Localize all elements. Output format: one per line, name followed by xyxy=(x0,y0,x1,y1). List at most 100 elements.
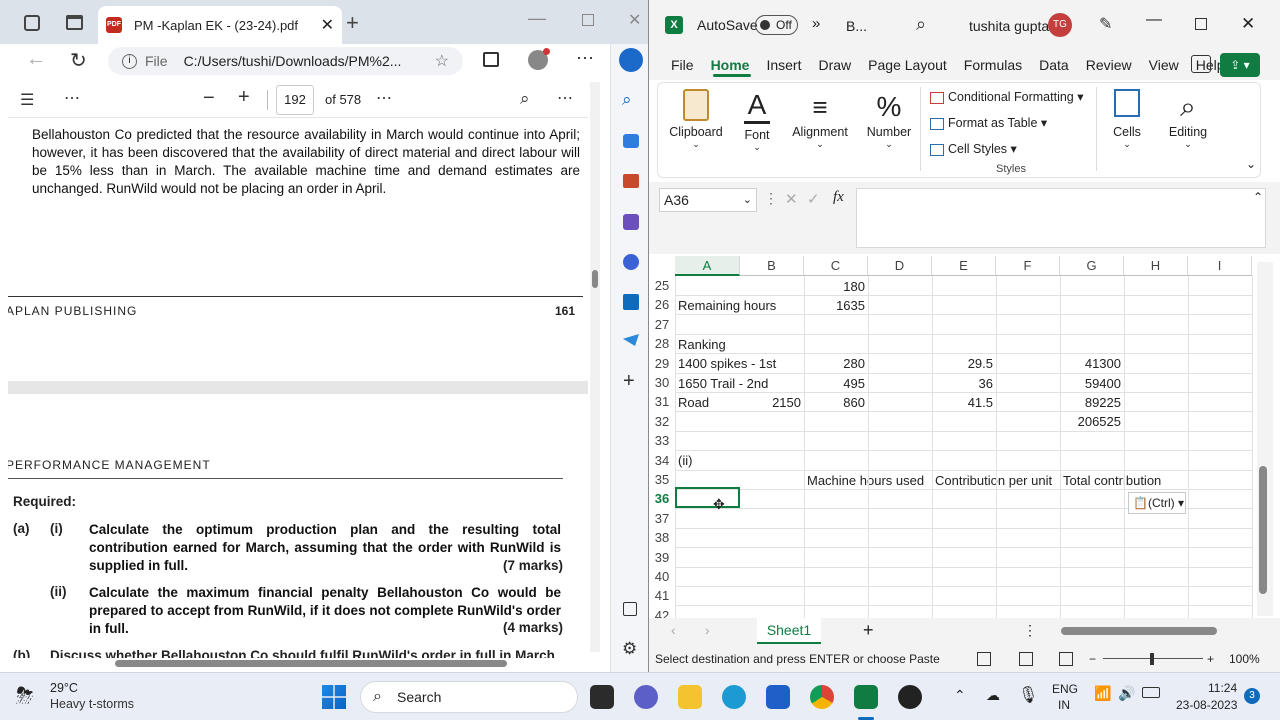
row-header-40[interactable]: 40 xyxy=(649,567,675,586)
excel-minimize-icon[interactable]: — xyxy=(1146,11,1162,29)
pdf-scroll-thumb[interactable] xyxy=(592,270,598,288)
tools-icon[interactable] xyxy=(623,174,639,188)
sheet-tab-sheet1[interactable]: Sheet1 xyxy=(757,618,821,644)
weather-temp[interactable]: 29°C xyxy=(50,681,78,695)
cell-A34[interactable]: (ii) xyxy=(678,451,858,470)
close-window-icon[interactable]: ✕ xyxy=(628,10,641,30)
format-table-button[interactable]: Format as Table ▾ xyxy=(930,115,1047,130)
zoom-out-icon[interactable]: − xyxy=(203,87,215,110)
zoom-level[interactable]: 100% xyxy=(1229,646,1260,672)
comments-icon[interactable] xyxy=(1191,55,1211,73)
spreadsheet-grid[interactable]: A B C D E F G H I 25 180 26 Remaining hours 1635 27 28 R… xyxy=(649,256,1253,618)
battery-icon[interactable] xyxy=(1142,687,1160,698)
ribbon-tab-review[interactable]: Review xyxy=(1086,57,1132,73)
column-header-B[interactable]: B xyxy=(740,256,804,276)
paste-options-button[interactable]: 📋(Ctrl) ▾ xyxy=(1128,492,1186,514)
store-icon[interactable] xyxy=(766,685,790,709)
name-box-dropdown-icon[interactable]: ⌄ xyxy=(743,189,752,211)
row-header-39[interactable]: 39 xyxy=(649,548,675,567)
row-header-38[interactable]: 38 xyxy=(649,528,675,547)
clock-date[interactable]: 23-08-2023 xyxy=(1176,698,1237,712)
pdf-more-icon[interactable]: ⋯ xyxy=(557,88,573,108)
enter-formula-icon[interactable]: ✓ xyxy=(807,190,820,208)
lang-2[interactable]: IN xyxy=(1058,698,1070,712)
cell-G35[interactable]: Total contribution xyxy=(1063,471,1191,490)
ribbon-tab-draw[interactable]: Draw xyxy=(818,57,851,73)
selected-cell-a36[interactable] xyxy=(675,487,740,508)
add-sheet-icon[interactable]: + xyxy=(863,620,874,641)
shopping-icon[interactable] xyxy=(623,134,639,148)
split-screen-icon[interactable] xyxy=(483,52,499,67)
alignment-group[interactable]: ≡ Alignment ⌄ xyxy=(786,89,854,150)
mic-icon[interactable]: 🎙 xyxy=(1018,685,1038,705)
outlook-icon[interactable] xyxy=(623,294,639,310)
row-header-30[interactable]: 30 xyxy=(649,373,675,392)
editing-group[interactable]: ⌕ Editing ⌄ xyxy=(1160,89,1216,150)
cell-C25[interactable]: 180 xyxy=(807,277,865,296)
row-header-31[interactable]: 31 xyxy=(649,392,675,411)
telegram-icon[interactable] xyxy=(623,334,639,346)
clock-time[interactable]: 11:24 xyxy=(1208,681,1237,695)
url-field[interactable]: i File C:/Users/tushi/Downloads/PM%2... … xyxy=(108,47,463,75)
weather-icon[interactable]: ⛈ xyxy=(16,683,34,709)
formula-input[interactable] xyxy=(856,188,1266,248)
edge-taskbar-icon[interactable] xyxy=(722,685,746,709)
sheet-more-icon[interactable]: ⋮ xyxy=(1023,622,1037,639)
new-tab-icon[interactable]: + xyxy=(346,10,359,36)
more-tools-icon[interactable]: ⋯ xyxy=(64,88,80,108)
page-options-icon[interactable]: ⋯ xyxy=(376,88,392,108)
page-number-input[interactable]: 192 xyxy=(276,85,314,115)
row-header-37[interactable]: 37 xyxy=(649,509,675,528)
row-header-33[interactable]: 33 xyxy=(649,431,675,450)
start-button[interactable] xyxy=(322,685,346,709)
minimize-icon[interactable]: — xyxy=(528,8,546,29)
h-scroll-thumb[interactable] xyxy=(1061,627,1217,635)
row-header-32[interactable]: 32 xyxy=(649,412,675,431)
wifi-icon[interactable]: 📶 xyxy=(1094,685,1111,702)
cell-G31[interactable]: 89225 xyxy=(1063,393,1121,412)
cell-E31[interactable]: 41.5 xyxy=(935,393,993,412)
weather-desc[interactable]: Heavy t-storms xyxy=(50,697,134,711)
cell-E29[interactable]: 29.5 xyxy=(935,354,993,373)
notification-badge[interactable]: 3 xyxy=(1244,688,1260,704)
font-group[interactable]: A Font ⌄ xyxy=(736,89,778,153)
column-header-A[interactable]: A xyxy=(675,256,740,276)
prev-sheet-icon[interactable]: ‹ xyxy=(671,622,676,638)
cell-A28[interactable]: Ranking xyxy=(678,335,858,354)
next-sheet-icon[interactable]: › xyxy=(705,622,710,638)
tab-pdf[interactable]: PDF PM -Kaplan EK - (23-24).pdf ✕ xyxy=(98,6,342,44)
number-group[interactable]: % Number ⌄ xyxy=(864,89,914,150)
grid-scroll-thumb[interactable] xyxy=(1259,466,1267,594)
cell-C31[interactable]: 860 xyxy=(807,393,865,412)
column-header-D[interactable]: D xyxy=(868,256,932,276)
excel-taskbar-icon[interactable] xyxy=(854,685,878,709)
row-header-29[interactable]: 29 xyxy=(649,354,675,373)
ribbon-collapse-icon[interactable]: ⌄ xyxy=(1246,157,1256,171)
favorite-star-icon[interactable]: ☆ xyxy=(435,51,449,71)
cells-group[interactable]: Cells ⌄ xyxy=(1104,89,1150,150)
menu-dots-icon[interactable]: ⋯ xyxy=(576,48,594,69)
column-header-G[interactable]: G xyxy=(1060,256,1124,276)
back-icon[interactable]: ← xyxy=(26,48,46,71)
contents-icon[interactable]: ☰ xyxy=(20,90,34,110)
cell-styles-button[interactable]: Cell Styles ▾ xyxy=(930,141,1017,156)
column-header-F[interactable]: F xyxy=(996,256,1060,276)
games-icon[interactable] xyxy=(623,214,639,230)
zoom-slider-thumb[interactable] xyxy=(1150,653,1154,665)
onedrive-icon[interactable]: ☁ xyxy=(986,687,1000,704)
excel-maximize-icon[interactable] xyxy=(1195,18,1207,30)
cell-G32[interactable]: 206525 xyxy=(1063,412,1121,431)
ribbon-tab-view[interactable]: View xyxy=(1149,57,1179,73)
ribbon-tab-file[interactable]: File xyxy=(671,57,694,73)
zoom-in-icon[interactable]: + xyxy=(238,86,250,109)
autosave-toggle[interactable]: Off xyxy=(755,15,798,35)
cell-C26[interactable]: 1635 xyxy=(807,296,865,315)
zoom-out-icon-xl[interactable]: − xyxy=(1089,646,1096,672)
ribbon-tab-home[interactable]: Home xyxy=(711,57,750,73)
file-explorer-icon[interactable] xyxy=(678,685,702,709)
row-header-42[interactable]: 42 xyxy=(649,606,675,618)
refresh-icon[interactable]: ↻ xyxy=(70,48,87,73)
column-header-C[interactable]: C xyxy=(804,256,868,276)
zoom-in-icon-xl[interactable]: + xyxy=(1207,646,1214,672)
chrome-icon[interactable] xyxy=(810,685,834,709)
